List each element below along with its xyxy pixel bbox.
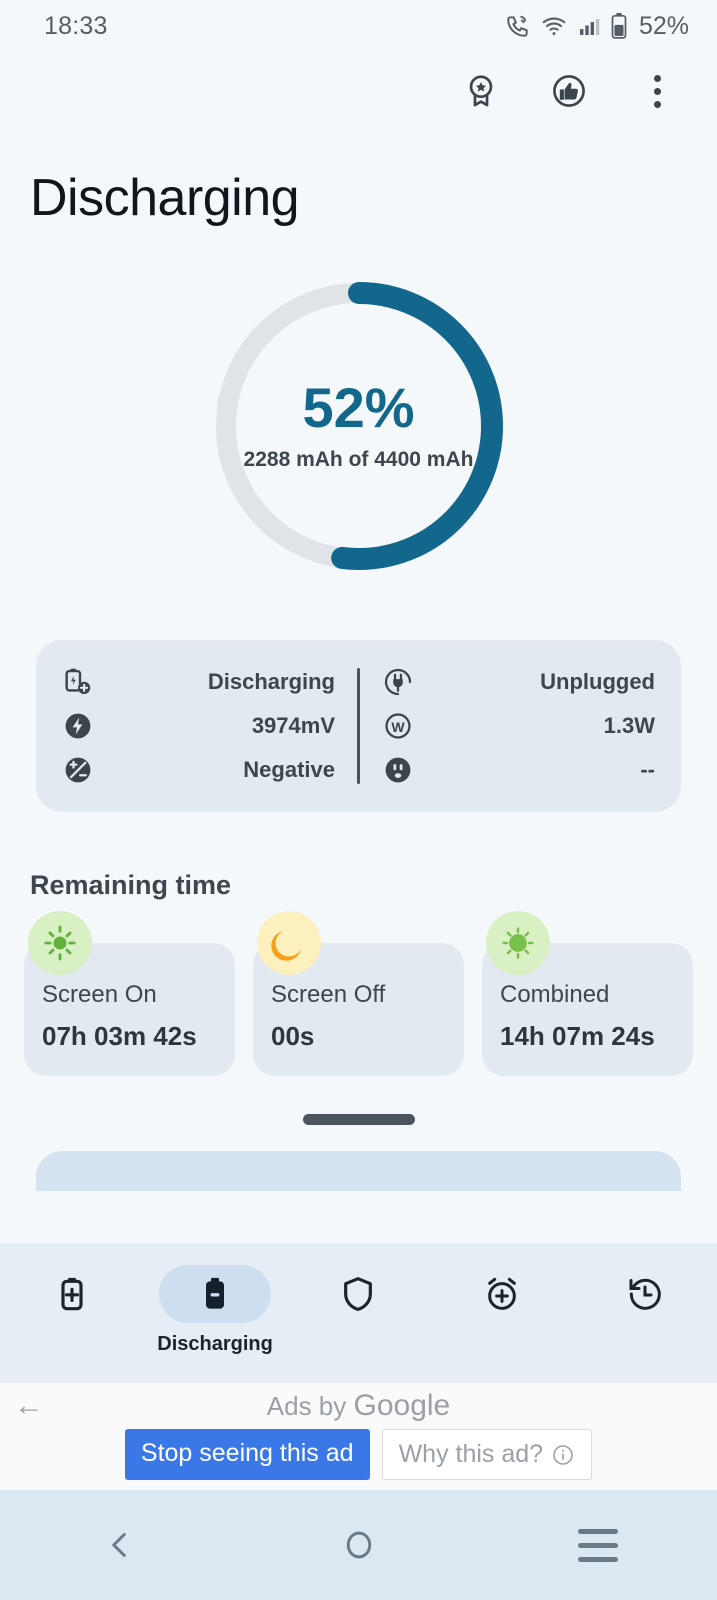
nav-item-discharging[interactable]: Discharging bbox=[156, 1265, 274, 1356]
info-value: Negative bbox=[104, 757, 335, 783]
time-card-label: Screen On bbox=[42, 981, 217, 1009]
ads-by-google-label: Ads by Google bbox=[267, 1389, 450, 1423]
nav-item-shield[interactable] bbox=[299, 1265, 417, 1323]
gauge-percent: 52% bbox=[302, 380, 414, 436]
page-title: Discharging bbox=[0, 130, 717, 228]
stop-seeing-ad-button[interactable]: Stop seeing this ad bbox=[125, 1429, 370, 1480]
plug-circle-icon bbox=[382, 666, 424, 698]
gauge-capacity: 2288 mAh of 4400 mAh bbox=[244, 448, 474, 472]
status-icons: 52% bbox=[505, 12, 689, 41]
action-bar bbox=[0, 52, 717, 130]
thumbs-up-icon[interactable] bbox=[547, 69, 591, 113]
info-row: -- bbox=[382, 750, 655, 790]
ad-buttons: Stop seeing this ad Why this ad? bbox=[125, 1429, 592, 1480]
overflow-dots bbox=[654, 75, 661, 108]
remaining-time-title: Remaining time bbox=[0, 812, 717, 901]
remaining-time-cards: Screen On 07h 03m 42s Screen Off 00s Com… bbox=[0, 901, 717, 1076]
ad-attribution-row: ← Ads by Google bbox=[0, 1383, 717, 1429]
bolt-circle-icon bbox=[62, 710, 104, 742]
info-divider bbox=[357, 668, 360, 784]
recents-lines bbox=[578, 1529, 618, 1562]
info-column-left: Discharging 3974mV bbox=[62, 662, 335, 790]
battery-info-card: Discharging 3974mV bbox=[36, 640, 681, 812]
battery-charging-icon bbox=[16, 1265, 128, 1323]
info-value: Unplugged bbox=[424, 669, 655, 695]
app-screen: 18:33 bbox=[0, 0, 717, 1600]
sun-moon-icon bbox=[486, 911, 550, 975]
svg-text:W: W bbox=[391, 719, 405, 735]
android-navigation-bar bbox=[0, 1490, 717, 1600]
info-value: -- bbox=[424, 757, 655, 783]
signal-bars-icon bbox=[577, 14, 601, 38]
info-value: 3974mV bbox=[104, 713, 335, 739]
battery-plus-icon bbox=[62, 666, 104, 698]
nav-item-charging[interactable] bbox=[13, 1265, 131, 1323]
why-this-ad-label: Why this ad? bbox=[399, 1440, 544, 1469]
remaining-time-card-screen-on[interactable]: Screen On 07h 03m 42s bbox=[24, 943, 235, 1076]
nav-item-alarm[interactable] bbox=[443, 1265, 561, 1323]
info-icon bbox=[551, 1443, 575, 1467]
info-column-right: Unplugged W 1.3W bbox=[382, 662, 655, 790]
info-row: Discharging bbox=[62, 662, 335, 702]
time-card-label: Screen Off bbox=[271, 981, 446, 1009]
why-this-ad-button[interactable]: Why this ad? bbox=[382, 1429, 593, 1480]
info-row: 3974mV bbox=[62, 706, 335, 746]
nav-label: Discharging bbox=[157, 1333, 273, 1356]
status-battery-percent: 52% bbox=[639, 12, 689, 41]
time-card-label: Combined bbox=[500, 981, 675, 1009]
moon-icon bbox=[257, 911, 321, 975]
nav-item-history[interactable] bbox=[586, 1265, 704, 1323]
info-value: Discharging bbox=[104, 669, 335, 695]
info-row: Unplugged bbox=[382, 662, 655, 702]
battery-icon bbox=[611, 13, 627, 39]
battery-gauge: 52% 2288 mAh of 4400 mAh bbox=[0, 276, 717, 576]
status-time: 18:33 bbox=[44, 12, 108, 41]
peek-card[interactable] bbox=[36, 1151, 681, 1191]
info-row: Negative bbox=[62, 750, 335, 790]
phone-ring-icon bbox=[505, 13, 531, 39]
info-value: 1.3W bbox=[424, 713, 655, 739]
back-arrow-icon[interactable]: ← bbox=[14, 1391, 44, 1421]
award-badge-icon[interactable] bbox=[459, 69, 503, 113]
history-clock-icon bbox=[589, 1265, 701, 1323]
shield-icon bbox=[302, 1265, 414, 1323]
status-bar: 18:33 bbox=[0, 0, 717, 52]
back-chevron-icon[interactable] bbox=[60, 1515, 180, 1575]
recents-icon[interactable] bbox=[538, 1515, 658, 1575]
google-brand: Google bbox=[353, 1389, 450, 1422]
info-row: W 1.3W bbox=[382, 706, 655, 746]
remaining-time-card-combined[interactable]: Combined 14h 07m 24s bbox=[482, 943, 693, 1076]
battery-discharging-icon bbox=[159, 1265, 271, 1323]
home-circle-icon[interactable] bbox=[299, 1515, 419, 1575]
time-card-value: 07h 03m 42s bbox=[42, 1021, 217, 1052]
outlet-circle-icon bbox=[382, 754, 424, 786]
alarm-plus-icon bbox=[446, 1265, 558, 1323]
sun-icon bbox=[28, 911, 92, 975]
ad-banner: ← Ads by Google Stop seeing this ad Why … bbox=[0, 1383, 717, 1490]
remaining-time-card-screen-off[interactable]: Screen Off 00s bbox=[253, 943, 464, 1076]
time-card-value: 00s bbox=[271, 1021, 446, 1052]
drag-handle[interactable] bbox=[303, 1114, 415, 1125]
plus-minus-circle-icon bbox=[62, 754, 104, 786]
wifi-icon bbox=[541, 13, 567, 39]
overflow-menu-icon[interactable] bbox=[635, 69, 679, 113]
watt-circle-icon: W bbox=[382, 710, 424, 742]
bottom-nav: Discharging bbox=[0, 1243, 717, 1383]
time-card-value: 14h 07m 24s bbox=[500, 1021, 675, 1052]
